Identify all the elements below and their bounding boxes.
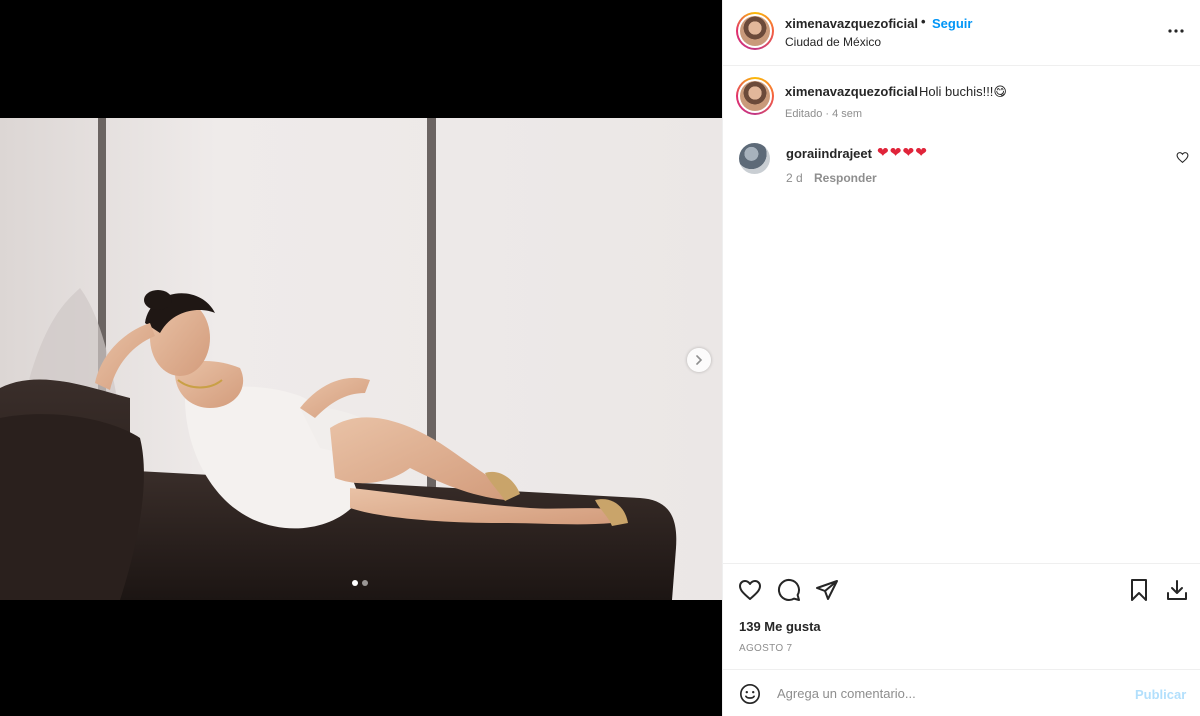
follow-button[interactable]: Seguir [932,16,972,31]
caption-username[interactable]: ximenavazquezoficial [785,84,918,99]
more-options-icon[interactable] [1166,20,1186,40]
likes-count[interactable]: 139 Me gusta [739,619,821,634]
carousel-dots [352,580,368,586]
post-details-panel: ximenavazquezoficial • Seguir Ciudad de … [722,0,1200,716]
heart-icon[interactable] [738,578,762,602]
comment-heart-icon[interactable] [1176,151,1189,164]
comment-text: ❤❤❤❤ [877,144,928,160]
author-avatar[interactable] [736,12,774,50]
caption-meta: Editado · 4 sem [785,108,863,120]
download-icon[interactable] [1165,578,1189,602]
carousel-dot-1 [352,580,358,586]
emoji-icon[interactable] [739,683,761,705]
photo-illustration [0,118,722,600]
post-modal: ximenavazquezoficial • Seguir Ciudad de … [0,0,1200,716]
caption-text: Holi buchis!!!😋 [919,84,1007,99]
commenter-avatar[interactable] [739,143,770,174]
comment-time: 2 d [786,171,803,185]
post-header: ximenavazquezoficial • Seguir Ciudad de … [723,0,1200,66]
post-date: AGOSTO 7 [739,643,793,654]
carousel-dot-2 [362,580,368,586]
caption-author-avatar[interactable] [736,77,774,115]
header-separator: • [921,14,926,29]
bookmark-icon[interactable] [1127,578,1151,602]
media-pane [0,0,722,716]
comment-username[interactable]: goraiindrajeet [786,146,872,161]
chevron-right-icon [696,355,703,365]
reply-button[interactable]: Responder [814,171,877,185]
comment-icon[interactable] [777,578,801,602]
carousel-next-button[interactable] [687,348,711,372]
comment-input[interactable] [777,681,1117,705]
author-username[interactable]: ximenavazquezoficial [785,16,918,31]
publish-button[interactable]: Publicar [1135,687,1186,702]
post-actions: 139 Me gusta AGOSTO 7 [723,563,1200,670]
send-icon[interactable] [815,578,839,602]
comment-composer: Publicar [723,670,1200,716]
post-photo [0,118,722,600]
post-location[interactable]: Ciudad de México [785,35,881,49]
